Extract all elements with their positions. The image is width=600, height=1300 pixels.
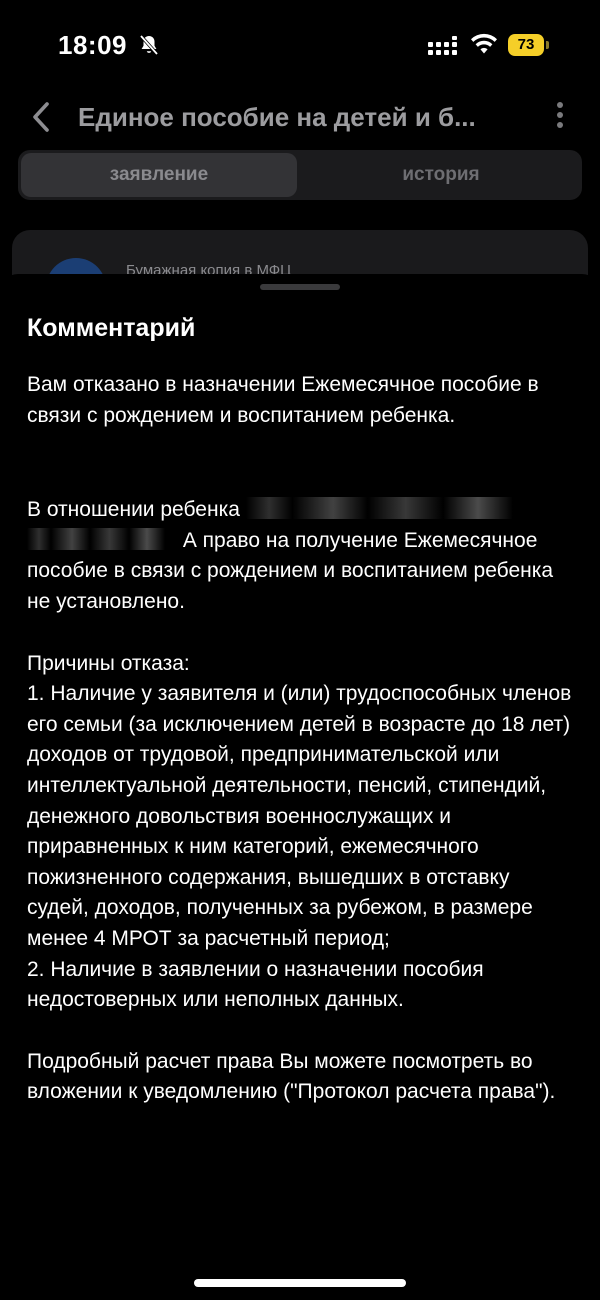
app-header: Единое пособие на детей и б... xyxy=(0,88,600,148)
page-title: Единое пособие на детей и б... xyxy=(78,102,476,132)
status-time: 18:09 xyxy=(58,30,127,60)
comment-paragraph: Вам отказано в назначении Ежемесячное по… xyxy=(27,373,539,427)
battery-icon: 73 xyxy=(508,34,550,56)
tab-application[interactable]: заявление xyxy=(21,153,297,197)
reason-item: 1. Наличие у заявителя и (или) трудоспос… xyxy=(27,682,572,950)
redacted-name xyxy=(245,497,536,520)
sheet-title: Комментарий xyxy=(27,314,196,342)
screen: 18:09 73 Единое пособие на детей и б... … xyxy=(0,0,600,1300)
tab-history[interactable]: история xyxy=(303,153,579,197)
cellular-signal-icon xyxy=(428,36,457,55)
comment-paragraph-last: Подробный расчет права Вы можете посмотр… xyxy=(27,1049,556,1104)
status-bar: 18:09 73 xyxy=(0,0,600,88)
bell-slash-icon xyxy=(139,34,159,56)
child-text-start: В отношении ребенка xyxy=(27,498,240,522)
reason-item: 2. Наличие в заявлении о назначении посо… xyxy=(27,957,484,1012)
segmented-control: заявление история xyxy=(18,150,582,200)
home-indicator[interactable] xyxy=(194,1279,406,1287)
more-button[interactable] xyxy=(552,100,568,134)
comment-body: Вам отказано в назначении Ежемесячное по… xyxy=(27,370,577,1108)
sheet-grabber[interactable] xyxy=(260,284,340,290)
comment-sheet: Комментарий Вам отказано в назначении Еж… xyxy=(0,274,600,1300)
back-button[interactable] xyxy=(28,100,56,134)
reasons-header: Причины отказа: xyxy=(27,651,190,675)
battery-level: 73 xyxy=(508,34,544,56)
wifi-icon xyxy=(471,33,497,54)
more-vertical-icon xyxy=(557,102,563,108)
redacted-name-2 xyxy=(27,527,177,550)
comment-paragraph-child: В отношении ребенка А право на получение… xyxy=(27,495,577,617)
battery-cap xyxy=(546,41,549,49)
